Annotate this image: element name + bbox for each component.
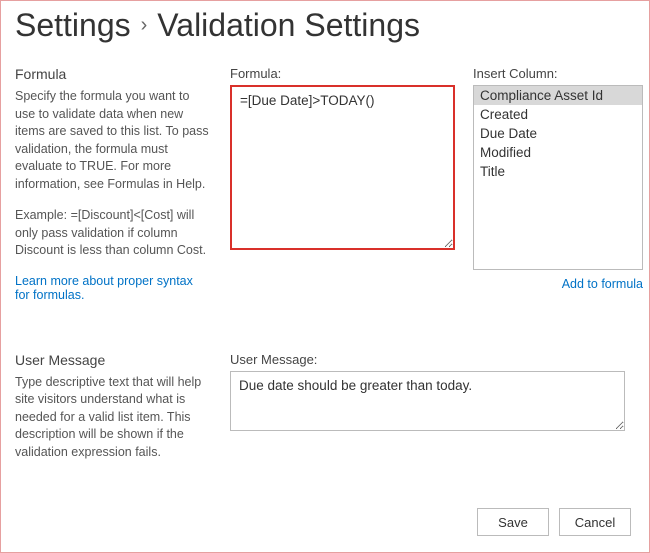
chevron-right-icon: › (141, 14, 148, 37)
list-item[interactable]: Compliance Asset Id (474, 86, 642, 105)
list-item[interactable]: Due Date (474, 124, 642, 143)
save-button[interactable]: Save (477, 508, 549, 536)
breadcrumb-current: Validation Settings (157, 7, 420, 44)
add-to-formula-link[interactable]: Add to formula (562, 277, 643, 291)
formula-example: Example: =[Discount]<[Cost] will only pa… (15, 207, 210, 260)
formula-desc: Specify the formula you want to use to v… (15, 88, 210, 193)
cancel-button[interactable]: Cancel (559, 508, 631, 536)
list-item[interactable]: Modified (474, 143, 642, 162)
formula-title: Formula (15, 66, 210, 82)
formula-label: Formula: (230, 66, 455, 81)
user-message-title: User Message (15, 352, 210, 368)
insert-column-listbox[interactable]: Compliance Asset Id Created Due Date Mod… (473, 85, 643, 270)
user-message-label: User Message: (230, 352, 625, 367)
breadcrumb: Settings › Validation Settings (15, 7, 635, 44)
user-message-textarea[interactable] (230, 371, 625, 431)
breadcrumb-root[interactable]: Settings (15, 7, 131, 44)
learn-more-link[interactable]: Learn more about proper syntax for formu… (15, 274, 210, 302)
formula-textarea[interactable] (230, 85, 455, 250)
list-item[interactable]: Created (474, 105, 642, 124)
user-message-desc: Type descriptive text that will help sit… (15, 374, 210, 462)
insert-column-label: Insert Column: (473, 66, 643, 81)
list-item[interactable]: Title (474, 162, 642, 181)
